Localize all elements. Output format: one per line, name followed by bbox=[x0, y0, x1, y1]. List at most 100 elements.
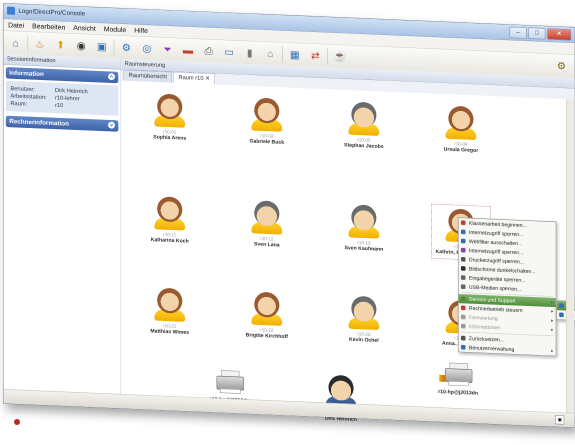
submenu-arrow-icon: ▸ bbox=[551, 348, 554, 354]
menu-item-label: Benutzerverwaltung bbox=[468, 344, 515, 353]
student-avatar-icon bbox=[254, 291, 280, 318]
student-name: Brigitte Kirchhoff bbox=[245, 331, 288, 340]
menu-item-icon bbox=[460, 238, 466, 244]
menu-module[interactable]: Module bbox=[104, 25, 126, 34]
shield-icon[interactable]: ◎ bbox=[138, 40, 155, 58]
menu-item-icon bbox=[460, 296, 466, 302]
menu-item-icon bbox=[460, 275, 466, 280]
record-indicator-icon bbox=[14, 419, 20, 425]
student-workstation-r10-13[interactable]: r10-13 Sven Kaufmann bbox=[338, 204, 389, 253]
student-name: Matthias Wimes bbox=[150, 327, 190, 336]
menu-item-label: Webfilter ausschalten... bbox=[468, 238, 523, 247]
menu-item-icon bbox=[460, 284, 466, 290]
application-window: Logo!DirectPro/Console – □ ✕ Datei Bearb… bbox=[3, 3, 575, 428]
close-button[interactable]: ✕ bbox=[547, 28, 572, 41]
student-avatar-icon bbox=[254, 200, 280, 227]
main-panel: Raumsteuerung Raumübersicht Raum r10 ✕ r… bbox=[121, 58, 575, 422]
menu-item-icon bbox=[460, 220, 466, 226]
printer-item[interactable]: r10-hp@j2013dn bbox=[418, 361, 498, 397]
context-menu: Klassenarbeit beginnen... Internetzugriff… bbox=[458, 217, 557, 357]
window-icon[interactable]: ▦ bbox=[286, 46, 303, 64]
expand-icon[interactable]: ˅ bbox=[108, 121, 115, 129]
car-icon[interactable]: ▣ bbox=[93, 38, 110, 56]
student-workstation-r10-21[interactable]: r10-21 Matthias Wimes bbox=[144, 287, 195, 336]
stick-icon[interactable]: ▮ bbox=[241, 44, 258, 62]
student-workstation-r10-04[interactable]: r10-04 Ursula Gregor bbox=[435, 105, 486, 154]
app-icon bbox=[6, 6, 15, 15]
student-name: Sophia Arens bbox=[153, 133, 187, 141]
student-name: Sven Kaufmann bbox=[344, 244, 384, 252]
toolbar-separator bbox=[27, 35, 29, 52]
menu-bearbeiten[interactable]: Bearbeiten bbox=[32, 22, 65, 31]
info-key: Raum: bbox=[10, 100, 28, 108]
menu-item-icon bbox=[559, 312, 564, 318]
lock-icon[interactable]: ⚙ bbox=[118, 39, 135, 57]
maximize-button[interactable]: □ bbox=[528, 27, 546, 40]
menu-item-icon bbox=[460, 314, 466, 320]
menu-datei[interactable]: Datei bbox=[8, 21, 24, 30]
rechner-title: Rechnerinformation bbox=[9, 118, 69, 128]
menu-item-label: USB-Medien sperren... bbox=[468, 284, 522, 293]
flame-icon[interactable]: ♨ bbox=[32, 35, 49, 53]
monitor-red-icon[interactable]: ▬ bbox=[179, 41, 196, 59]
student-avatar-icon bbox=[448, 105, 474, 132]
menu-ansicht[interactable]: Ansicht bbox=[73, 24, 95, 33]
settings-icon[interactable]: ⚙ bbox=[553, 57, 570, 75]
screenshot-stage: Logo!DirectPro/Console – □ ✕ Datei Bearb… bbox=[0, 0, 575, 445]
window-status-icon[interactable]: ▣ bbox=[555, 415, 565, 425]
up-arrow-icon[interactable]: ⬆ bbox=[52, 36, 69, 54]
minimize-button[interactable]: – bbox=[509, 26, 527, 39]
printer-icon[interactable]: ⎙ bbox=[200, 42, 217, 60]
student-workstation-r10-03[interactable]: r10-03 Stephan Jacobs bbox=[338, 101, 389, 150]
info-value: Dirk Heinrich bbox=[54, 87, 88, 96]
filter-icon[interactable]: ⏷ bbox=[159, 40, 176, 58]
menu-item-icon bbox=[460, 229, 466, 235]
submenu-arrow-icon: ▸ bbox=[551, 317, 554, 324]
submenu-arrow-icon: ▸ bbox=[551, 308, 554, 314]
student-name: Stephan Jacobs bbox=[344, 141, 384, 150]
printer-icon bbox=[439, 362, 473, 387]
submenu-arrow-icon: ▸ bbox=[551, 299, 554, 305]
student-workstation-r10-02[interactable]: r10-02 Gabriele Buck bbox=[241, 97, 292, 146]
menu-item-icon bbox=[460, 256, 466, 262]
submenu-arrow-icon: ▸ bbox=[551, 326, 554, 333]
student-name: Kevin Ochel bbox=[349, 336, 379, 344]
printer-name: r10-hp@j2013dn bbox=[438, 388, 479, 396]
arrow-icon[interactable]: ⇄ bbox=[307, 47, 324, 65]
menu-item-icon bbox=[460, 247, 466, 253]
toolbar-separator bbox=[113, 39, 115, 56]
menu-item-icon bbox=[460, 335, 466, 341]
room-canvas: r10-01 Sophia Arens r10-02 Gabriele Buck r10… bbox=[121, 80, 575, 422]
vertical-scrollbar[interactable] bbox=[566, 99, 575, 414]
usb-icon[interactable]: ⌂ bbox=[262, 45, 279, 63]
student-name: Ursula Gregor bbox=[443, 145, 479, 154]
info-value: r10 bbox=[54, 102, 64, 109]
toolbar-separator bbox=[282, 46, 283, 63]
student-avatar-icon bbox=[254, 97, 280, 124]
menu-item-label: Fernwartung bbox=[468, 314, 498, 322]
computer-icon[interactable]: ▭ bbox=[221, 43, 238, 61]
rechner-section[interactable]: Rechnerinformation ˅ bbox=[5, 115, 119, 132]
student-workstation-r10-12[interactable]: r10-12 Sven Lana bbox=[241, 200, 292, 249]
menu-item-icon bbox=[559, 303, 564, 309]
student-name: Katharina Koch bbox=[150, 236, 189, 244]
home-icon[interactable]: ⌂ bbox=[7, 34, 24, 52]
menu-item-icon bbox=[460, 344, 466, 350]
workspace: Sessioninformation Information ˄ Benutze… bbox=[3, 53, 575, 422]
eye-icon[interactable]: ◉ bbox=[73, 37, 90, 55]
student-workstation-r10-23[interactable]: r10-23 Kevin Ochel bbox=[338, 295, 389, 344]
student-workstation-r10-11[interactable]: r10-11 Katharina Koch bbox=[144, 196, 195, 245]
window-title: Logo!DirectPro/Console bbox=[18, 7, 86, 18]
toolbar-separator bbox=[327, 48, 328, 65]
left-panel: Sessioninformation Information ˄ Benutze… bbox=[3, 53, 122, 395]
cup-icon[interactable]: ☕ bbox=[331, 48, 348, 66]
student-workstation-r10-22[interactable]: r10-22 Brigitte Kirchhoff bbox=[241, 291, 292, 340]
menu-hilfe[interactable]: Hilfe bbox=[134, 26, 148, 35]
close-tab-icon[interactable]: ✕ bbox=[205, 75, 210, 81]
student-avatar-icon bbox=[157, 287, 183, 314]
collapse-icon[interactable]: ˄ bbox=[108, 73, 115, 81]
menu-item-icon bbox=[460, 323, 466, 329]
student-workstation-r10-01[interactable]: r10-01 Sophia Arens bbox=[144, 93, 195, 142]
menu-item-icon bbox=[460, 305, 466, 311]
menu-item-label: Zurücksetzen... bbox=[468, 335, 505, 343]
